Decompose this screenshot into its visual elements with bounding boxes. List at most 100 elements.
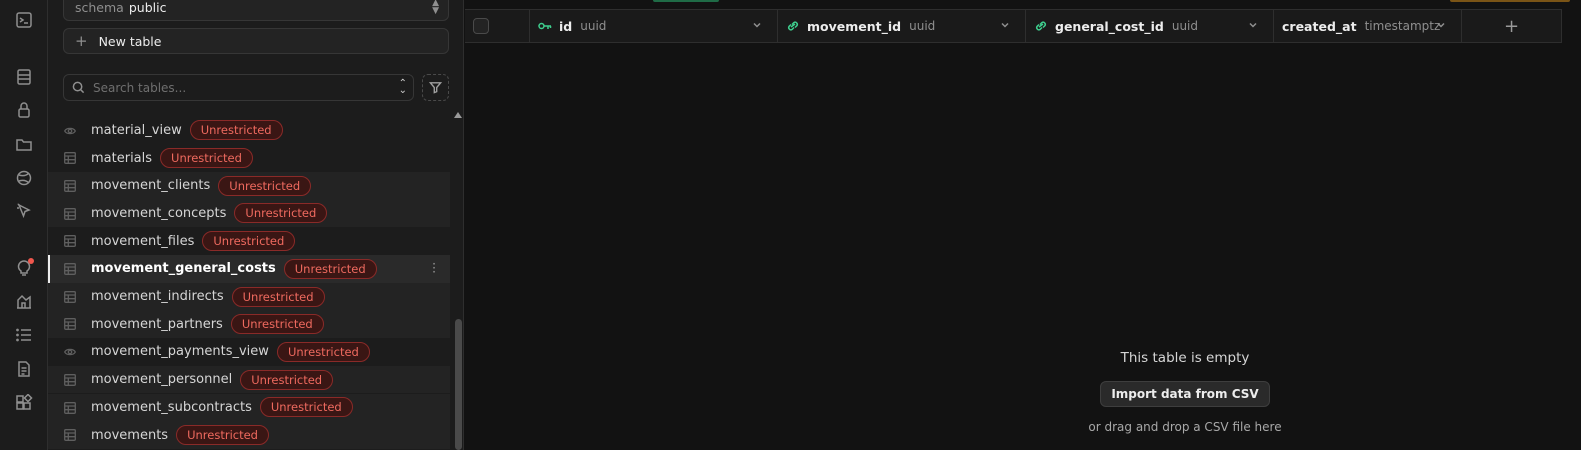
sidebar-item-movement-subcontracts[interactable]: movement_subcontracts Unrestricted (48, 393, 450, 422)
primary-key-icon (538, 20, 552, 32)
column-header-general-cost-id[interactable]: general_cost_id uuid (1026, 10, 1274, 42)
docs-icon[interactable] (12, 357, 36, 381)
table-grid: id uuid movement_id uuid general_cost_id… (465, 0, 1581, 450)
column-header-id[interactable]: id uuid (530, 10, 778, 42)
database-icon[interactable] (12, 65, 36, 89)
lock-icon[interactable] (12, 98, 36, 122)
table-icon (64, 263, 76, 275)
rls-status-badge: Unrestricted (283, 258, 377, 279)
realtime-icon[interactable] (12, 166, 36, 190)
table-name: movement_files (91, 233, 195, 249)
table-name: movement_clients (91, 178, 211, 194)
table-name: material_view (91, 122, 182, 138)
rls-status-badge: Unrestricted (276, 341, 370, 362)
schema-selector[interactable]: schema public ▲ ▼ (63, 0, 449, 21)
more-options-icon[interactable]: · · · (432, 258, 436, 278)
sidebar-item-partial[interactable] (48, 109, 450, 117)
chevron-up-down-icon: ▲ ▼ (432, 0, 439, 16)
sidebar-item-movement-partners[interactable]: movement_partners Unrestricted (48, 310, 450, 339)
column-header-created-at[interactable]: created_at timestamptz (1274, 10, 1462, 42)
column-name: id (559, 18, 573, 34)
column-name: general_cost_id (1055, 18, 1164, 34)
table-name: movement_general_costs (91, 261, 276, 277)
icon-rail (0, 0, 48, 450)
edge-function-icon[interactable] (12, 199, 36, 223)
column-name: created_at (1282, 18, 1357, 34)
table-icon (64, 179, 76, 192)
toolbar-peek-green (653, 0, 719, 2)
search-tables-input[interactable] (93, 80, 383, 95)
sidebar-item-movement-clients[interactable]: movement_clients Unrestricted (48, 171, 450, 200)
sidebar-scrollbar[interactable] (452, 109, 463, 450)
table-name: movement_personnel (91, 372, 233, 388)
table-name: movement_payments_view (91, 344, 269, 360)
table-icon (64, 207, 76, 220)
integrations-icon[interactable] (12, 391, 36, 415)
chevron-down-icon[interactable] (751, 19, 763, 31)
sidebar-item-movement-indirects[interactable]: movement_indirects Unrestricted (48, 282, 450, 311)
sidebar-item-movements[interactable]: movements Unrestricted (48, 421, 450, 449)
new-table-button[interactable]: + New table (63, 28, 449, 54)
grid-header: id uuid movement_id uuid general_cost_id… (465, 9, 1562, 43)
select-all-checkbox[interactable] (473, 18, 489, 34)
table-name: materials (91, 150, 153, 166)
table-icon (64, 235, 76, 248)
rls-status-badge: Unrestricted (218, 175, 312, 196)
advisor-icon[interactable] (12, 256, 36, 280)
rls-status-badge: Unrestricted (240, 369, 334, 390)
rls-status-badge: Unrestricted (202, 231, 296, 252)
terminal-icon[interactable] (12, 8, 36, 32)
view-eye-icon (63, 346, 77, 358)
sidebar-item-movement-concepts[interactable]: movement_concepts Unrestricted (48, 199, 450, 228)
column-type: uuid (1171, 19, 1199, 33)
table-list: material_view Unrestricted materials Unrest… (48, 109, 450, 450)
sidebar-item-movement-payments-view[interactable]: movement_payments_view Unrestricted (48, 338, 450, 366)
sidebar-item-materials[interactable]: materials Unrestricted (48, 144, 450, 172)
column-type: uuid (580, 19, 607, 33)
column-header-movement-id[interactable]: movement_id uuid (778, 10, 1026, 42)
table-sidebar: schema public ▲▼ + New table ⌃⌄ material… (48, 0, 464, 450)
scroll-up-icon[interactable] (454, 112, 462, 118)
rls-status-badge: Unrestricted (234, 203, 328, 224)
schema-label: schema (75, 0, 124, 15)
reports-icon[interactable] (12, 289, 36, 313)
sidebar-item-material-view[interactable]: material_view Unrestricted (48, 117, 450, 145)
filter-icon (429, 82, 442, 94)
rls-status-badge: Unrestricted (230, 314, 324, 335)
scrollbar-thumb[interactable] (455, 319, 462, 450)
search-tables-box: ⌃⌄ (63, 74, 414, 101)
plus-icon: + (75, 31, 88, 50)
add-column-button[interactable]: + (1462, 10, 1562, 42)
empty-state-hint: or drag and drop a CSV file here (1088, 420, 1282, 434)
column-type: uuid (909, 19, 936, 33)
rls-status-badge: Unrestricted (176, 425, 269, 446)
chevron-down-icon[interactable] (1247, 19, 1259, 31)
sidebar-item-movement-files[interactable]: movement_files Unrestricted (48, 227, 450, 255)
logs-icon[interactable] (12, 323, 36, 347)
rls-status-badge: Unrestricted (259, 397, 353, 418)
foreign-key-link-icon (786, 20, 800, 32)
rls-status-badge: Unrestricted (231, 286, 325, 307)
table-icon (64, 401, 76, 414)
import-csv-button[interactable]: Import data from CSV (1100, 381, 1270, 407)
search-icon (72, 81, 85, 94)
collapse-all-icon[interactable]: ⌃ ⌄ (399, 79, 407, 96)
column-name: movement_id (807, 18, 902, 34)
sidebar-item-movement-personnel[interactable]: movement_personnel Unrestricted (48, 365, 450, 394)
table-icon (64, 290, 76, 303)
chevron-down-icon[interactable] (1435, 19, 1447, 31)
view-eye-icon (63, 125, 77, 137)
schema-value: public (128, 0, 167, 15)
table-name: movement_partners (91, 316, 223, 332)
table-name: movement_subcontracts (91, 399, 252, 415)
select-all-column (465, 10, 530, 42)
empty-state: This table is empty Import data from CSV… (1045, 350, 1325, 434)
chevron-down-icon[interactable] (999, 19, 1011, 31)
sidebar-item-movement-general-costs[interactable]: movement_general_costs Unrestricted · · · (48, 255, 450, 283)
table-icon (64, 152, 76, 165)
filter-button[interactable] (422, 74, 449, 101)
notification-dot (28, 258, 34, 264)
table-icon (64, 318, 76, 331)
storage-icon[interactable] (12, 132, 36, 156)
table-name: movements (91, 427, 169, 443)
